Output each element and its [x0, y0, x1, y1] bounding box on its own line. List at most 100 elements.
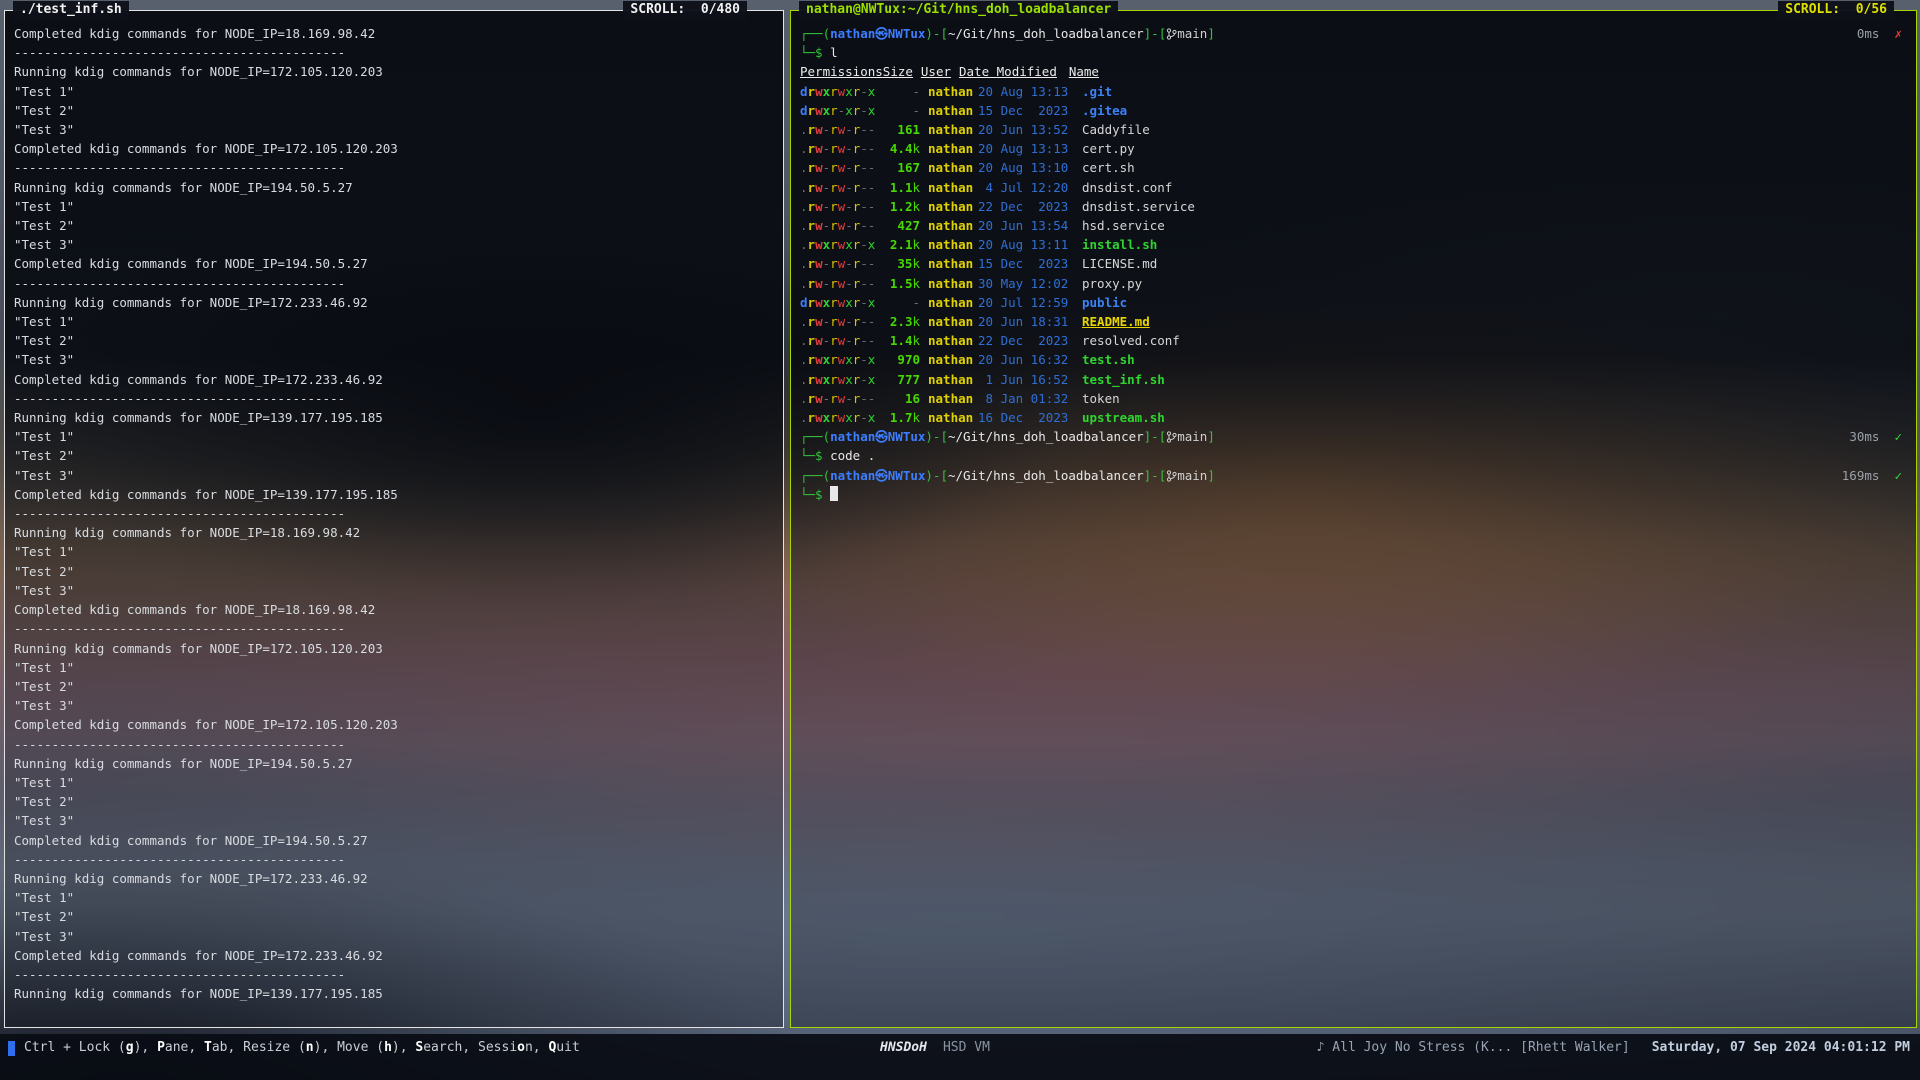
terminal-line: Running kdig commands for NODE_IP=172.23… — [14, 869, 783, 888]
terminal-line: "Test 2" — [14, 677, 783, 696]
terminal-line: Running kdig commands for NODE_IP=139.17… — [14, 408, 783, 427]
pane-shell[interactable]: nathan@NWTux:~/Git/hns_doh_loadbalancer … — [790, 10, 1917, 1028]
terminal-line: "Test 2" — [14, 101, 783, 120]
file-row: .rw-rw-r--427nathan20 Jun 13:54hsd.servi… — [800, 216, 1916, 235]
file-name: Caddyfile — [1070, 120, 1150, 139]
terminal-line: "Test 3" — [14, 235, 783, 254]
file-row: .rw-rw-r--2.3knathan20 Jun 18:31README.m… — [800, 312, 1916, 331]
terminal-line: "Test 1" — [14, 427, 783, 446]
file-name: install.sh — [1070, 235, 1157, 254]
listing-header: PermissionsSizeUserDate ModifiedName — [800, 62, 1916, 81]
terminal-line: "Test 2" — [14, 216, 783, 235]
file-row: .rw-rw-r--161nathan20 Jun 13:52Caddyfile — [800, 120, 1916, 139]
file-row: .rw-rw-r--1.5knathan30 May 12:02proxy.py — [800, 274, 1916, 293]
file-name: upstream.sh — [1070, 408, 1165, 427]
terminal-line: Running kdig commands for NODE_IP=172.10… — [14, 639, 783, 658]
file-name: proxy.py — [1070, 274, 1142, 293]
terminal-line: ----------------------------------------… — [14, 274, 783, 293]
text-cursor — [830, 486, 838, 501]
file-name: .gitea — [1070, 101, 1127, 120]
file-row: .rw-rw-r--1.4knathan22 Dec 2023resolved.… — [800, 331, 1916, 350]
terminal-line: ----------------------------------------… — [14, 850, 783, 869]
terminal-line: Running kdig commands for NODE_IP=194.50… — [14, 754, 783, 773]
terminal-line: ----------------------------------------… — [14, 43, 783, 62]
file-row: .rwxrwxr-x2.1knathan20 Aug 13:11install.… — [800, 235, 1916, 254]
terminal-line: "Test 1" — [14, 312, 783, 331]
mode-indicator — [8, 1041, 15, 1056]
terminal-line: Running kdig commands for NODE_IP=172.23… — [14, 293, 783, 312]
terminal-line: ----------------------------------------… — [14, 504, 783, 523]
terminal-line: "Test 2" — [14, 446, 783, 465]
terminal-line: Completed kdig commands for NODE_IP=172.… — [14, 715, 783, 734]
terminal-line: Completed kdig commands for NODE_IP=172.… — [14, 370, 783, 389]
command-duration: 0ms ✗ — [1857, 24, 1902, 43]
file-row: .rw-rw-r--1.2knathan22 Dec 2023dnsdist.s… — [800, 197, 1916, 216]
terminal-line: Running kdig commands for NODE_IP=172.10… — [14, 62, 783, 81]
file-name: resolved.conf — [1070, 331, 1180, 350]
terminal-line: ----------------------------------------… — [14, 389, 783, 408]
shell-prompt: ┌──(nathan㉿NWTux)-[~/Git/hns_doh_loadbal… — [800, 427, 1916, 446]
file-name: README.md — [1070, 312, 1150, 331]
terminal-line: "Test 1" — [14, 658, 783, 677]
terminal-line: ----------------------------------------… — [14, 158, 783, 177]
file-name: cert.sh — [1070, 158, 1135, 177]
command-duration: 169ms ✓ — [1842, 466, 1902, 485]
terminal-line: ----------------------------------------… — [14, 965, 783, 984]
file-row: .rw-rw-r--167nathan20 Aug 13:10cert.sh — [800, 158, 1916, 177]
terminal-line: "Test 3" — [14, 581, 783, 600]
file-row: .rw-rw-r--4.4knathan20 Aug 13:13cert.py — [800, 139, 1916, 158]
git-branch-icon — [1166, 431, 1177, 443]
terminal-line: "Test 1" — [14, 773, 783, 792]
session-name: HNSDoH — [880, 1040, 927, 1055]
terminal-line: ----------------------------------------… — [14, 619, 783, 638]
terminal-line: "Test 3" — [14, 350, 783, 369]
shell-command-line: └─$ — [800, 485, 1916, 504]
terminal-line: "Test 2" — [14, 562, 783, 581]
terminal-line: Completed kdig commands for NODE_IP=139.… — [14, 485, 783, 504]
terminal-line: Completed kdig commands for NODE_IP=18.1… — [14, 600, 783, 619]
terminal-output: Completed kdig commands for NODE_IP=18.1… — [5, 11, 783, 1027]
file-name: token — [1070, 389, 1120, 408]
status-bar: Ctrl + Lock (g), Pane, Tab, Resize (n), … — [0, 1034, 1920, 1080]
terminal-line: "Test 2" — [14, 331, 783, 350]
terminal-line: ----------------------------------------… — [14, 735, 783, 754]
terminal-line: "Test 2" — [14, 907, 783, 926]
status-right: ♪ All Joy No Stress (K... [Rhett Walker]… — [1317, 1038, 1910, 1058]
file-name: test_inf.sh — [1070, 370, 1165, 389]
session-info: HNSDoHHSD VM — [880, 1038, 990, 1058]
terminal-line: Completed kdig commands for NODE_IP=194.… — [14, 831, 783, 850]
terminal-line: Running kdig commands for NODE_IP=139.17… — [14, 984, 783, 1003]
pane-test-inf-script[interactable]: ./test_inf.sh SCROLL: 0/480 Completed kd… — [4, 10, 784, 1028]
file-name: LICENSE.md — [1070, 254, 1157, 273]
file-name: dnsdist.conf — [1070, 178, 1172, 197]
git-branch-icon — [1166, 28, 1177, 40]
file-row: drwxr-xr-x-nathan15 Dec 2023.gitea — [800, 101, 1916, 120]
shell-prompt: ┌──(nathan㉿NWTux)-[~/Git/hns_doh_loadbal… — [800, 466, 1916, 485]
terminal-line: "Test 1" — [14, 542, 783, 561]
terminal-line: "Test 3" — [14, 120, 783, 139]
desktop: ./test_inf.sh SCROLL: 0/480 Completed kd… — [0, 0, 1920, 1080]
file-row: drwxrwxr-x-nathan20 Aug 13:13.git — [800, 82, 1916, 101]
file-name: hsd.service — [1070, 216, 1165, 235]
terminal-line: "Test 1" — [14, 197, 783, 216]
host-label: HSD VM — [927, 1040, 990, 1055]
file-row: .rwxrwxr-x777nathan 1 Jun 16:52test_inf.… — [800, 370, 1916, 389]
command-duration: 30ms ✓ — [1849, 427, 1902, 446]
terminal-line: "Test 1" — [14, 82, 783, 101]
file-name: .git — [1070, 82, 1112, 101]
terminal-line: "Test 1" — [14, 888, 783, 907]
file-row: .rwxrwxr-x970nathan20 Jun 16:32test.sh — [800, 350, 1916, 369]
file-row: .rwxrwxr-x1.7knathan16 Dec 2023upstream.… — [800, 408, 1916, 427]
shell-command-line: └─$ code . — [800, 446, 1916, 465]
file-name: public — [1070, 293, 1127, 312]
terminal-line: "Test 3" — [14, 811, 783, 830]
now-playing: All Joy No Stress (K... [Rhett Walker] — [1324, 1040, 1639, 1055]
terminal-line: Completed kdig commands for NODE_IP=172.… — [14, 139, 783, 158]
file-name: test.sh — [1070, 350, 1135, 369]
shell-command-line: └─$ l — [800, 43, 1916, 62]
file-name: dnsdist.service — [1070, 197, 1195, 216]
terminal-line: Running kdig commands for NODE_IP=194.50… — [14, 178, 783, 197]
keybinding-hints: Ctrl + Lock (g), Pane, Tab, Resize (n), … — [24, 1038, 580, 1058]
file-row: .rw-rw-r--35knathan15 Dec 2023LICENSE.md — [800, 254, 1916, 273]
terminal-line: "Test 3" — [14, 927, 783, 946]
